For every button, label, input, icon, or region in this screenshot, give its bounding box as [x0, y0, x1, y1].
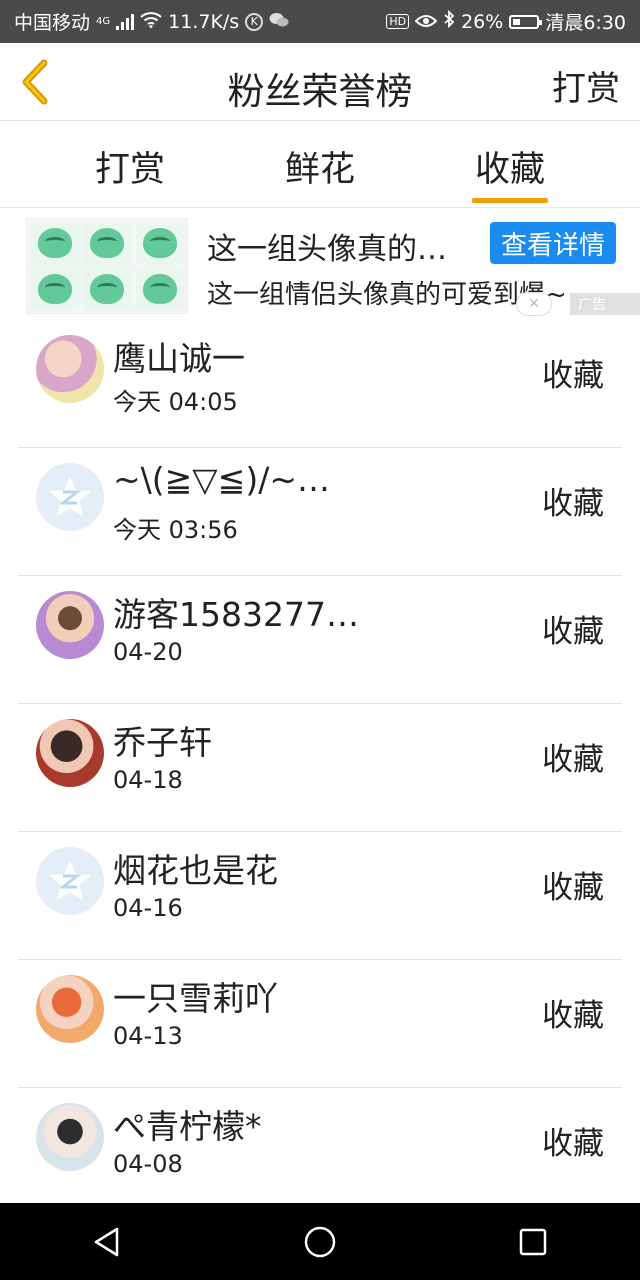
- fan-action: 收藏: [542, 870, 604, 906]
- avatar[interactable]: [36, 335, 104, 403]
- hd-icon: HD: [386, 14, 410, 29]
- ad-title[interactable]: 这一组头像真的…: [207, 224, 447, 268]
- list-item[interactable]: ぺ青柠檬* 04-08 收藏: [0, 1088, 640, 1216]
- header: 粉丝荣誉榜 打赏: [0, 43, 640, 121]
- dino-sticker-image: [30, 267, 80, 310]
- dino-sticker-image: [134, 222, 184, 265]
- default-avatar-star-icon: [49, 476, 91, 516]
- tab-favorites[interactable]: 收藏: [450, 141, 570, 192]
- list-item[interactable]: 一只雪莉吖 04-13 收藏: [0, 960, 640, 1088]
- list-item[interactable]: 游客1583277… 04-20 收藏: [0, 576, 640, 704]
- battery-percent: 26%: [461, 10, 504, 33]
- square-recent-icon: [520, 1228, 547, 1255]
- fan-time: 04-13: [113, 1022, 183, 1050]
- status-bar: 中国移动 4G 11.7K/s K HD 26% 清晨6:30: [0, 0, 640, 43]
- ad-label: 广告: [570, 293, 640, 315]
- tab-flowers[interactable]: 鲜花: [260, 141, 380, 192]
- triangle-back-icon: [94, 1227, 118, 1256]
- fan-time: 04-08: [113, 1150, 183, 1178]
- wifi-icon: [140, 11, 162, 33]
- battery-icon: [509, 14, 543, 29]
- fan-time: 04-16: [113, 894, 183, 922]
- tab-reward[interactable]: 打赏: [70, 141, 190, 192]
- dino-sticker-image: [134, 267, 184, 310]
- nav-home-button[interactable]: [290, 1212, 350, 1272]
- fan-name: 乔子轩: [113, 723, 212, 762]
- fan-name: 烟花也是花: [113, 851, 278, 890]
- avatar[interactable]: [36, 975, 104, 1043]
- fan-time: 04-20: [113, 638, 183, 666]
- carrier-label: 中国移动: [14, 12, 91, 34]
- fan-time: 今天 04:05: [113, 388, 238, 416]
- fan-name: ぺ青柠檬*: [113, 1107, 262, 1146]
- view-details-button[interactable]: 查看详情: [490, 222, 616, 264]
- fan-list: 鹰山诚一 今天 04:05 收藏 ~\(≧▽≦)/~… 今天 03:56 收藏 …: [0, 320, 640, 1216]
- list-item[interactable]: ~\(≧▽≦)/~… 今天 03:56 收藏: [0, 448, 640, 576]
- fan-name: 一只雪莉吖: [113, 979, 278, 1018]
- fan-action: 收藏: [542, 486, 604, 522]
- fan-name: 游客1583277…: [113, 595, 359, 634]
- fan-action: 收藏: [542, 742, 604, 778]
- fan-name: ~\(≧▽≦)/~…: [113, 460, 330, 499]
- ad-close-button[interactable]: ✕: [516, 292, 552, 316]
- clock: 清晨6:30: [545, 12, 626, 34]
- avatar[interactable]: [36, 463, 104, 531]
- tab-bar: 打赏 鲜花 收藏: [0, 121, 640, 208]
- fan-action: 收藏: [542, 1126, 604, 1162]
- page-title: 粉丝荣誉榜: [227, 70, 413, 113]
- nav-back-button[interactable]: [77, 1212, 137, 1272]
- ad-description[interactable]: 这一组情侣头像真的可爱到爆~: [207, 274, 567, 311]
- list-item[interactable]: 鹰山诚一 今天 04:05 收藏: [0, 320, 640, 448]
- default-avatar-star-icon: [49, 860, 91, 900]
- k-app-icon: K: [245, 12, 264, 31]
- wechat-icon: [269, 11, 289, 33]
- nav-recent-button[interactable]: [503, 1212, 563, 1272]
- dino-sticker-image: [82, 267, 132, 310]
- reward-button[interactable]: 打赏: [552, 61, 620, 110]
- avatar[interactable]: [36, 719, 104, 787]
- fan-time: 今天 03:56: [113, 516, 238, 544]
- fan-action: 收藏: [542, 998, 604, 1034]
- network-type: 4G: [96, 16, 111, 27]
- ad-banner[interactable]: 这一组头像真的… 查看详情 这一组情侣头像真的可爱到爆~ ✕ 广告: [0, 210, 640, 320]
- bluetooth-icon: [443, 9, 455, 33]
- fan-name: 鹰山诚一: [113, 339, 245, 378]
- fan-action: 收藏: [542, 358, 604, 394]
- avatar[interactable]: [36, 591, 104, 659]
- network-speed: 11.7K/s: [168, 10, 240, 33]
- eye-icon: [414, 11, 438, 33]
- avatar[interactable]: [36, 847, 104, 915]
- active-tab-indicator: [472, 198, 548, 203]
- ad-thumbnail[interactable]: [26, 218, 188, 314]
- list-item[interactable]: 烟花也是花 04-16 收藏: [0, 832, 640, 960]
- signal-icon: [116, 13, 135, 30]
- dino-sticker-image: [82, 222, 132, 265]
- dino-sticker-image: [30, 222, 80, 265]
- system-nav-bar: [0, 1203, 640, 1280]
- fan-action: 收藏: [542, 614, 604, 650]
- circle-home-icon: [304, 1226, 336, 1257]
- fan-time: 04-18: [113, 766, 183, 794]
- avatar[interactable]: [36, 1103, 104, 1171]
- list-item[interactable]: 乔子轩 04-18 收藏: [0, 704, 640, 832]
